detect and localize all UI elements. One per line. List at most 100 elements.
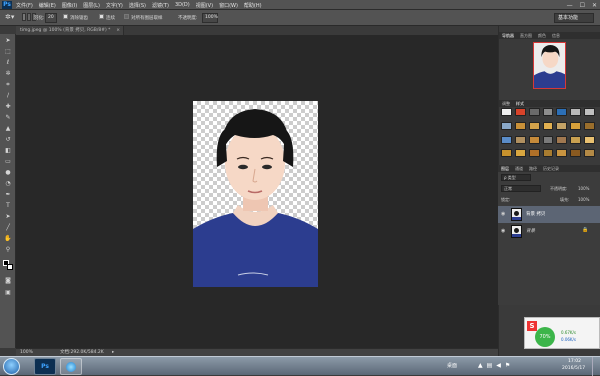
menu-view[interactable]: 视图(V) bbox=[196, 2, 213, 9]
network-icon[interactable]: ▤ bbox=[487, 362, 493, 371]
style-swatch[interactable] bbox=[514, 121, 526, 130]
layer-name[interactable]: 背景 拷贝 bbox=[526, 211, 545, 217]
tab-paths[interactable]: 路径 bbox=[529, 165, 537, 172]
minimize-button[interactable]: — bbox=[567, 2, 573, 9]
menu-window[interactable]: 窗口(W) bbox=[219, 2, 238, 9]
style-swatch[interactable] bbox=[514, 149, 526, 158]
style-swatch[interactable] bbox=[584, 135, 595, 144]
maximize-button[interactable]: ☐ bbox=[580, 2, 585, 9]
style-swatch[interactable] bbox=[570, 135, 582, 144]
menu-type[interactable]: 文字(Y) bbox=[106, 2, 123, 9]
visibility-eye-icon[interactable]: ◉ bbox=[501, 228, 505, 234]
shape-tool-icon[interactable]: ╱ bbox=[3, 224, 13, 232]
style-swatch[interactable] bbox=[556, 121, 568, 130]
hand-tool-icon[interactable]: ✋ bbox=[3, 235, 13, 243]
menu-image[interactable]: 图像(I) bbox=[62, 2, 77, 9]
background-color-icon[interactable] bbox=[7, 264, 13, 270]
style-swatch[interactable] bbox=[528, 149, 540, 158]
eraser-tool-icon[interactable]: ◧ bbox=[3, 147, 13, 155]
volume-icon[interactable]: ◀ bbox=[496, 362, 501, 371]
layer-row[interactable]: ◉ 背景 🔒 bbox=[498, 223, 600, 240]
tab-navigator[interactable]: 导航器 bbox=[502, 32, 514, 39]
navigator-thumbnail[interactable] bbox=[533, 42, 566, 89]
desktop-toolbar-label[interactable]: 桌面 bbox=[447, 362, 457, 369]
tab-info[interactable]: 信息 bbox=[552, 32, 560, 39]
style-swatch[interactable] bbox=[501, 135, 512, 144]
show-desktop-button[interactable] bbox=[592, 357, 600, 376]
style-swatch[interactable] bbox=[584, 149, 595, 158]
fill-value[interactable]: 100% bbox=[578, 197, 589, 202]
tab-layers[interactable]: 图层 bbox=[501, 165, 509, 172]
input-method-icon[interactable]: S bbox=[527, 321, 537, 331]
menu-filter[interactable]: 滤镜(T) bbox=[152, 2, 169, 9]
quick-mask-icon[interactable]: ◙ bbox=[3, 277, 13, 285]
layer-opacity-value[interactable]: 100% bbox=[578, 186, 589, 191]
flag-icon[interactable]: ⚑ bbox=[505, 362, 510, 371]
image-canvas[interactable] bbox=[193, 101, 318, 287]
style-swatch[interactable] bbox=[528, 135, 540, 144]
style-swatch[interactable] bbox=[501, 108, 512, 116]
healing-brush-icon[interactable]: ✚ bbox=[3, 103, 13, 111]
tab-histogram[interactable]: 直方图 bbox=[520, 32, 532, 39]
photoshop-taskbar-button[interactable]: Ps bbox=[34, 358, 56, 375]
style-swatch[interactable] bbox=[528, 108, 540, 116]
style-swatch[interactable] bbox=[584, 121, 595, 130]
menu-3d[interactable]: 3D(D) bbox=[175, 2, 190, 8]
style-swatch[interactable] bbox=[501, 149, 512, 158]
dodge-tool-icon[interactable]: ◔ bbox=[3, 180, 13, 188]
menu-select[interactable]: 选择(S) bbox=[129, 2, 146, 9]
tray-arrow-icon[interactable]: ▲ bbox=[478, 362, 483, 371]
zoom-tool-icon[interactable]: ⚲ bbox=[3, 246, 13, 254]
move-tool-icon[interactable]: ➤ bbox=[3, 37, 13, 45]
layer-row[interactable]: ◉ 背景 拷贝 bbox=[498, 206, 600, 223]
style-swatch[interactable] bbox=[584, 108, 595, 116]
style-swatch[interactable] bbox=[570, 121, 582, 130]
style-swatch[interactable] bbox=[570, 108, 582, 116]
antialias-checkbox[interactable] bbox=[63, 14, 68, 19]
menu-edit[interactable]: 编辑(E) bbox=[39, 2, 56, 9]
magic-wand-tool-icon[interactable]: ✲▾ bbox=[5, 13, 19, 23]
style-swatch[interactable] bbox=[542, 149, 554, 158]
visibility-eye-icon[interactable]: ◉ bbox=[501, 211, 505, 217]
style-swatch[interactable] bbox=[528, 121, 540, 130]
browser-taskbar-button[interactable] bbox=[60, 358, 82, 375]
style-swatch[interactable] bbox=[501, 121, 512, 130]
style-swatch[interactable] bbox=[542, 121, 554, 130]
menu-help[interactable]: 帮助(H) bbox=[244, 2, 262, 9]
close-button[interactable]: ✕ bbox=[592, 2, 597, 9]
style-swatch[interactable] bbox=[514, 108, 526, 116]
style-swatch[interactable] bbox=[556, 135, 568, 144]
add-selection-icon[interactable] bbox=[27, 13, 31, 21]
style-swatch[interactable] bbox=[542, 108, 554, 116]
menu-layer[interactable]: 图层(L) bbox=[83, 2, 100, 9]
tab-color[interactable]: 颜色 bbox=[538, 32, 546, 39]
contiguous-checkbox[interactable] bbox=[99, 14, 104, 19]
style-swatch[interactable] bbox=[570, 149, 582, 158]
close-tab-icon[interactable]: × bbox=[116, 26, 120, 35]
clone-stamp-icon[interactable]: ▲ bbox=[3, 125, 13, 133]
sample-all-checkbox[interactable] bbox=[124, 14, 129, 19]
pen-tool-icon[interactable]: ✒ bbox=[3, 191, 13, 199]
style-swatch[interactable] bbox=[556, 149, 568, 158]
document-tab[interactable]: timg.jpeg @ 100% (背景 拷贝, RGB/8#) * × bbox=[16, 26, 124, 35]
crop-tool-icon[interactable]: ⌗ bbox=[3, 81, 13, 89]
lasso-tool-icon[interactable]: ℓ bbox=[3, 59, 13, 67]
style-swatch[interactable] bbox=[514, 135, 526, 144]
clock-time[interactable]: 17:02 bbox=[568, 359, 581, 364]
style-swatch[interactable] bbox=[542, 135, 554, 144]
workspace-switcher[interactable]: 基本功能 bbox=[554, 13, 594, 23]
path-selection-icon[interactable]: ➤ bbox=[3, 213, 13, 221]
blend-mode-select[interactable]: 正常 bbox=[501, 185, 541, 192]
tab-history[interactable]: 历史记录 bbox=[543, 165, 559, 172]
layer-name[interactable]: 背景 bbox=[526, 228, 535, 234]
layer-filter-select[interactable]: ρ 类型 bbox=[501, 174, 531, 181]
style-swatch[interactable] bbox=[556, 108, 568, 116]
start-button[interactable] bbox=[3, 358, 20, 375]
type-tool-icon[interactable]: T bbox=[3, 202, 13, 210]
magic-wand-icon[interactable]: ✲ bbox=[3, 70, 13, 78]
gradient-tool-icon[interactable]: ▭ bbox=[3, 158, 13, 166]
tab-channels[interactable]: 通道 bbox=[515, 165, 523, 172]
blur-tool-icon[interactable]: ● bbox=[3, 169, 13, 177]
tab-adjustments[interactable]: 调整 bbox=[502, 100, 510, 107]
opacity-input[interactable]: 100% bbox=[202, 13, 218, 23]
